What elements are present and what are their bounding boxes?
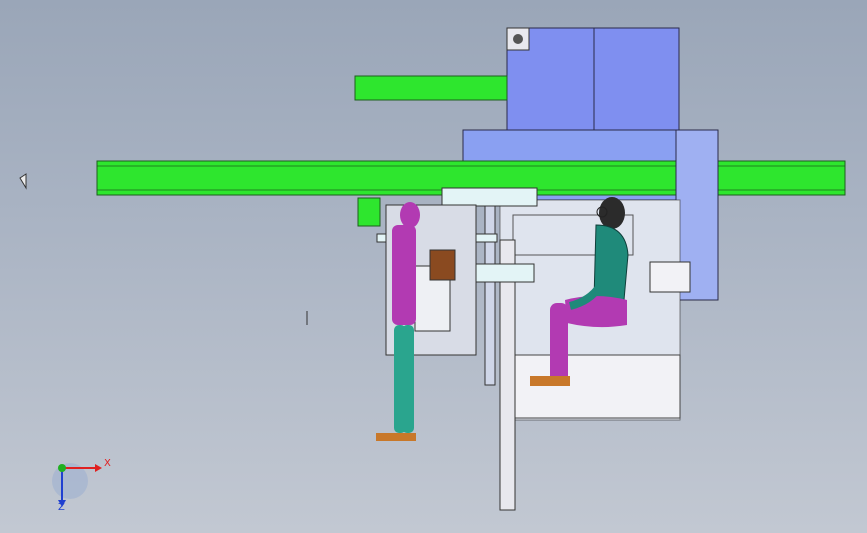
assembly-drawing[interactable] [0,0,867,533]
vertical-post[interactable] [484,199,496,386]
coordinate-triad [52,463,102,507]
origin-marker [19,173,27,190]
cad-viewport[interactable]: X Z [0,0,867,533]
z-axis-label: Z [58,502,65,513]
crossbar-top[interactable] [441,187,538,207]
x-axis-label: X [104,458,111,469]
short-conveyor[interactable] [354,75,508,101]
upper-panel-assembly[interactable] [506,27,680,144]
